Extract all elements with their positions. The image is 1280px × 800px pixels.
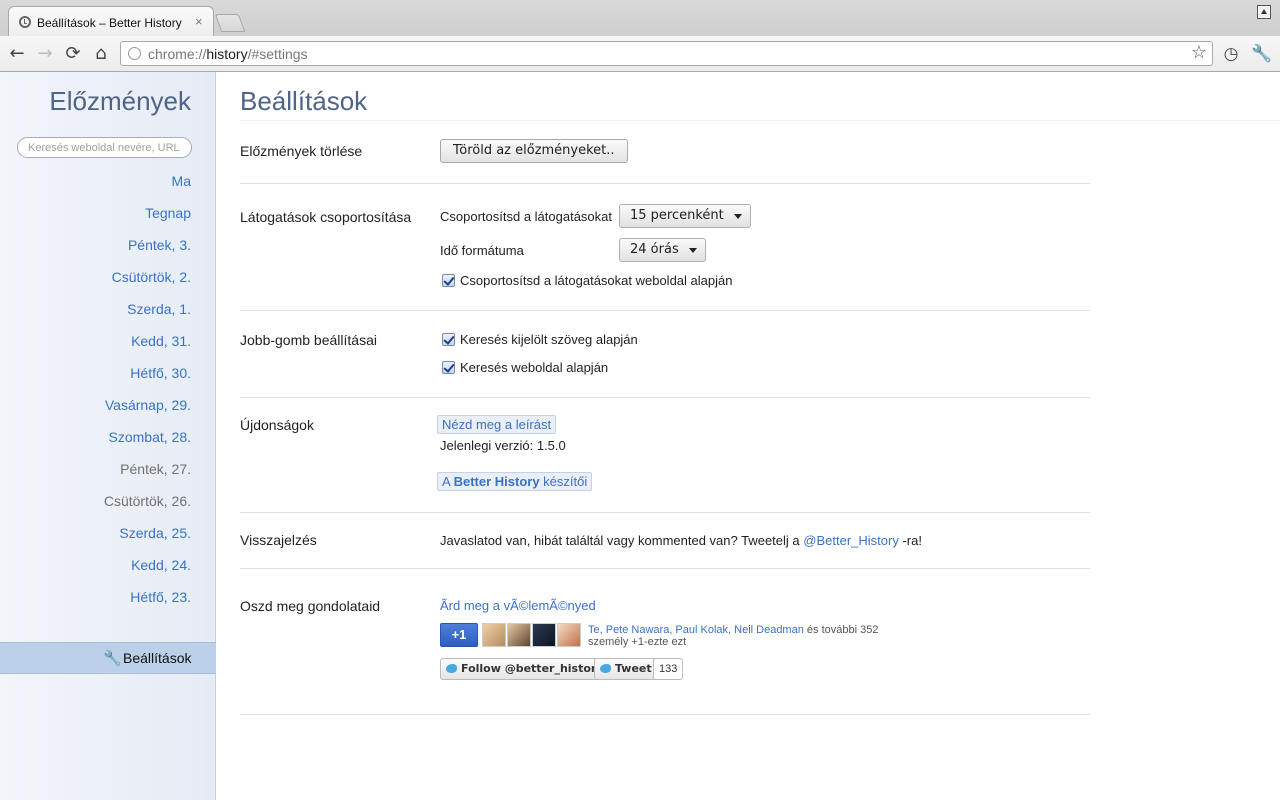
star-icon[interactable]: ☆: [1191, 42, 1207, 63]
search-selection-label: Keresés kijelölt szöveg alapján: [460, 332, 638, 347]
twitter-handle-link[interactable]: @Better_History: [803, 533, 899, 548]
search-input[interactable]: [17, 137, 192, 158]
sidebar-item-settings[interactable]: 🔧 Beállítások: [0, 642, 216, 674]
feedback-text: Javaslatod van, hibát találtál vagy komm…: [440, 533, 804, 548]
sidebar-day-item[interactable]: Kedd, 31.: [104, 329, 191, 361]
sidebar-day-item[interactable]: Péntek, 3.: [104, 233, 191, 265]
history-favicon-icon: [19, 16, 31, 28]
tab-close-icon[interactable]: ×: [195, 14, 203, 29]
section-label: Újdonságok: [240, 417, 314, 433]
twitter-widgets: Follow @better_history Tweet 133: [440, 658, 740, 682]
section-label: Jobb-gomb beállításai: [240, 332, 377, 348]
sidebar-day-item[interactable]: Kedd, 24.: [104, 553, 191, 585]
section-label: Látogatások csoportosítása: [240, 209, 412, 225]
changelog-link[interactable]: Nézd meg a leírást: [437, 415, 557, 434]
time-format-select[interactable]: 24 órás: [619, 238, 706, 262]
section-label: Visszajelzés: [240, 532, 317, 548]
address-bar[interactable]: chrome://history/#settings ☆: [120, 41, 1213, 66]
credits-link[interactable]: A Better History készítői: [437, 472, 593, 491]
section-label: Előzmények törlése: [240, 143, 363, 159]
home-icon[interactable]: ⌂: [90, 43, 112, 65]
wrench-icon[interactable]: 🔧: [1251, 44, 1272, 64]
tab-title: Beállítások – Better History: [37, 16, 182, 30]
avatar: [507, 623, 531, 647]
avatar: [482, 623, 506, 647]
sidebar-day-item[interactable]: Szerda, 25.: [104, 521, 191, 553]
plusone-widget: +1 Te, Pete Nawara, Paul Kolak, Neil Dea…: [440, 623, 900, 649]
sidebar-day-item[interactable]: Tegnap: [104, 201, 191, 233]
feedback-text-suffix: -ra!: [898, 533, 922, 548]
section-whats-new: Újdonságok Nézd meg a leírást Jelenlegi …: [240, 398, 1090, 513]
section-grouping: Látogatások csoportosítása Csoportosítsd…: [240, 184, 1090, 311]
section-share: Oszd meg gondolataid Ãrd meg a vÃ©lemÃ©n…: [240, 569, 1090, 715]
reload-icon[interactable]: ⟳: [62, 43, 84, 65]
section-right-click: Jobb-gomb beállításai Keresés kijelölt s…: [240, 311, 1090, 398]
sidebar-item-label: Beállítások: [123, 650, 192, 666]
section-label: Oszd meg gondolataid: [240, 598, 381, 614]
page-info-icon: [128, 47, 141, 60]
sidebar-day-item[interactable]: Csütörtök, 26.: [104, 489, 191, 521]
twitter-bird-icon: [600, 664, 611, 673]
search-domain-checkbox[interactable]: [442, 361, 455, 374]
twitter-follow-button[interactable]: Follow @better_history: [440, 658, 611, 680]
google-plus-one-button[interactable]: +1: [440, 623, 478, 647]
write-review-link[interactable]: Ãrd meg a vÃ©lemÃ©nyed: [440, 598, 596, 613]
section-feedback: Visszajelzés Javaslatod van, hibát talál…: [240, 513, 1090, 569]
plusone-text: Te, Pete Nawara, Paul Kolak, Neil Deadma…: [588, 624, 879, 648]
back-arrow-icon[interactable]: ←: [6, 43, 28, 65]
group-by-label: Csoportosítsd a látogatásokat: [440, 209, 612, 224]
group-by-select[interactable]: 15 percenként: [619, 204, 751, 228]
search-selection-checkbox[interactable]: [442, 333, 455, 346]
version-text: Jelenlegi verzió: 1.5.0: [440, 438, 566, 453]
sidebar: Előzmények MaTegnapPéntek, 3.Csütörtök, …: [0, 72, 216, 800]
time-format-label: Idő formátuma: [440, 243, 524, 258]
avatar: [532, 623, 556, 647]
tweet-count: 133: [653, 658, 684, 680]
search-domain-label: Keresés weboldal alapján: [460, 360, 609, 375]
plusone-names[interactable]: Te, Pete Nawara, Paul Kolak, Neil Deadma…: [588, 624, 804, 636]
day-list: Ma Tegnap Péntek, 3. Csütörtök, 2. Szerda, 1…: [104, 169, 191, 617]
sidebar-day-item[interactable]: Ma: [104, 169, 191, 201]
sidebar-day-item[interactable]: Hétfő, 23.: [104, 585, 191, 617]
tab-strip: Beállítások – Better History ×: [0, 0, 1280, 36]
domain-grouping-checkbox[interactable]: [442, 274, 455, 287]
wrench-icon: 🔧: [103, 649, 122, 667]
sidebar-day-item[interactable]: Csütörtök, 2.: [104, 265, 191, 297]
section-clear-history: Előzmények törlése Töröld az előzményeke…: [240, 121, 1090, 184]
settings-page: Beállítások Előzmények törlése Töröld az…: [217, 72, 1280, 800]
new-tab-button[interactable]: [214, 14, 246, 32]
sidebar-title: Előzmények: [49, 86, 191, 116]
page-title: Beállítások: [240, 86, 368, 116]
window-maximize-icon[interactable]: [1257, 5, 1271, 19]
clear-history-button[interactable]: Töröld az előzményeket..: [440, 139, 628, 163]
twitter-bird-icon: [446, 664, 457, 673]
url-text: chrome://history/#settings: [148, 46, 308, 62]
history-clock-icon[interactable]: ◷: [1221, 44, 1241, 64]
sidebar-day-item[interactable]: Szerda, 1.: [104, 297, 191, 329]
browser-toolbar: ← → ⟳ ⌂ chrome://history/#settings ☆ ◷ 🔧: [0, 36, 1280, 72]
avatar: [557, 623, 581, 647]
sidebar-day-item[interactable]: Hétfő, 30.: [104, 361, 191, 393]
active-tab[interactable]: Beállítások – Better History ×: [8, 6, 214, 36]
domain-grouping-label: Csoportosítsd a látogatásokat weboldal a…: [460, 273, 733, 288]
forward-arrow-icon[interactable]: →: [34, 43, 56, 65]
sidebar-day-item[interactable]: Szombat, 28.: [104, 425, 192, 457]
tweet-button[interactable]: Tweet: [594, 658, 659, 680]
sidebar-day-item[interactable]: Vasárnap, 29.: [104, 393, 191, 425]
sidebar-day-item[interactable]: Péntek, 27.: [104, 457, 191, 489]
